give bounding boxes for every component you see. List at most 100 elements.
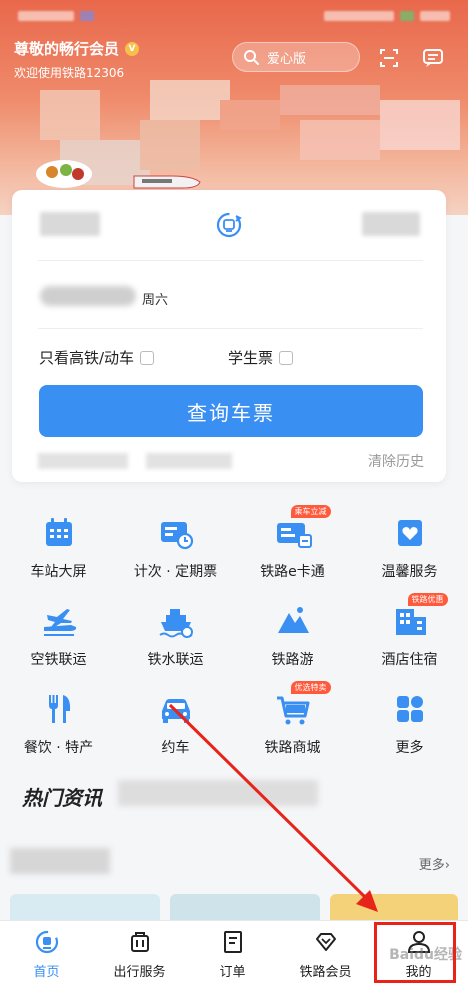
shopping-cart-icon: [276, 696, 309, 725]
service-label: 温馨服务: [381, 564, 438, 580]
service-e-card[interactable]: 乘车立减 铁路e卡通: [234, 505, 351, 585]
promo-tag: 铁路优惠: [407, 593, 448, 606]
search-icon: [244, 50, 259, 65]
section-title: [10, 848, 110, 874]
service-label: 铁路商城: [264, 740, 321, 756]
query-tickets-button[interactable]: 查询车票: [39, 385, 423, 437]
status-blur: [18, 11, 74, 21]
service-label: 酒店住宿: [381, 652, 438, 668]
car-icon: [161, 699, 190, 723]
fork-knife-icon: [48, 695, 70, 723]
message-button[interactable]: [418, 44, 448, 72]
weekday-label: 周六: [142, 293, 169, 308]
service-ride[interactable]: 约车: [117, 681, 234, 761]
student-option[interactable]: 学生票: [228, 347, 294, 368]
service-label: 铁路e卡通: [260, 564, 325, 580]
e-card-icon-wrap: 乘车立减: [273, 505, 331, 553]
service-air-rail[interactable]: 空铁联运: [0, 593, 117, 673]
annotation-box: [374, 922, 456, 983]
ticket-card-icon: [160, 522, 193, 550]
tab-orders[interactable]: 订单: [186, 929, 279, 980]
scan-icon: [380, 49, 398, 67]
greeting-title: 尊敬的畅行会员 V: [14, 38, 140, 59]
hotel-icon-wrap: 铁路优惠: [390, 593, 448, 641]
mall-icon-wrap: 优选特卖: [273, 681, 331, 729]
divider: [38, 260, 423, 261]
welcome-text: 欢迎使用铁路12306: [14, 66, 125, 80]
arrival-station[interactable]: [362, 212, 420, 236]
header-banner: 尊敬的畅行会员 V 欢迎使用铁路12306 爱心版: [0, 0, 468, 215]
hotel-icon: [395, 609, 426, 635]
search-label: 爱心版: [267, 51, 307, 67]
tab-travel-service[interactable]: 出行服务: [93, 929, 186, 980]
service-period-ticket[interactable]: 计次 · 定期票: [117, 505, 234, 585]
news-ticker[interactable]: [118, 780, 318, 806]
tab-label: 铁路会员: [299, 965, 352, 980]
service-hotel[interactable]: 铁路优惠 酒店住宿: [351, 593, 468, 673]
high-speed-checkbox[interactable]: [140, 350, 155, 365]
diamond-icon: [315, 933, 336, 951]
more-grid-icon: [396, 696, 423, 722]
high-speed-label: 只看高铁/动车: [39, 349, 135, 367]
chevron-right-icon: ›: [444, 858, 450, 873]
food-icon: [36, 160, 92, 188]
service-rail-tour[interactable]: 铁路游: [234, 593, 351, 673]
booking-card: 周六 只看高铁/动车 学生票 查询车票 清除历史: [12, 190, 446, 482]
service-label: 更多: [395, 740, 424, 756]
departure-station[interactable]: [40, 212, 100, 236]
greeting-text: 尊敬的畅行会员: [14, 40, 120, 58]
status-blur: [324, 11, 394, 21]
student-checkbox[interactable]: [279, 350, 294, 365]
divider: [38, 328, 423, 329]
service-food[interactable]: 餐饮 · 特产: [0, 681, 117, 761]
tab-label: 首页: [33, 965, 60, 980]
plane-train-icon: [43, 609, 76, 636]
service-station-screen[interactable]: 车站大屏: [0, 505, 117, 585]
mountain-icon: [277, 607, 309, 633]
service-rail-water[interactable]: 铁水联运: [117, 593, 234, 673]
luggage-icon: [130, 932, 149, 952]
clear-history-button[interactable]: 清除历史: [368, 451, 424, 471]
e-card-icon: [276, 523, 312, 548]
tab-label: 出行服务: [113, 965, 166, 980]
service-label: 铁路游: [271, 652, 314, 668]
travel-date[interactable]: [40, 286, 136, 306]
history-item[interactable]: [38, 453, 128, 469]
status-blur: [420, 11, 450, 21]
service-label: 约车: [161, 740, 190, 756]
status-blur: [80, 11, 94, 21]
scan-button[interactable]: [374, 44, 404, 72]
home-train-icon: [35, 930, 58, 954]
swap-stations-icon[interactable]: [214, 210, 244, 240]
service-label: 车站大屏: [30, 564, 87, 580]
service-mall[interactable]: 优选特卖 铁路商城: [234, 681, 351, 761]
tab-membership[interactable]: 铁路会员: [279, 929, 372, 980]
banner-mosaic: [40, 80, 460, 190]
more-link[interactable]: 更多›: [419, 854, 450, 873]
high-speed-option[interactable]: 只看高铁/动车: [39, 347, 155, 368]
hot-news-title: 热门资讯: [22, 786, 102, 810]
vip-badge: V: [125, 41, 140, 56]
ship-train-icon: [158, 609, 193, 638]
message-icon: [423, 49, 443, 67]
promo-tag: 优选特卖: [290, 681, 331, 694]
status-bar: [0, 0, 468, 32]
heart-box-icon: [397, 520, 422, 546]
service-label: 餐饮 · 特产: [23, 740, 94, 756]
search-button[interactable]: 爱心版: [232, 42, 360, 72]
promo-tag: 乘车立减: [290, 505, 331, 518]
service-label: 空铁联运: [30, 652, 87, 668]
tab-home[interactable]: 首页: [0, 929, 93, 980]
service-warm-service[interactable]: 温馨服务: [351, 505, 468, 585]
status-blur: [400, 11, 414, 21]
tab-label: 订单: [219, 965, 246, 980]
history-item[interactable]: [146, 453, 232, 469]
calendar-screen-icon: [45, 518, 72, 546]
student-label: 学生票: [228, 349, 274, 367]
train-icon: [133, 175, 201, 189]
service-label: 铁水联运: [147, 652, 204, 668]
order-icon: [223, 931, 242, 953]
more-label: 更多: [418, 858, 445, 873]
service-label: 计次 · 定期票: [133, 564, 218, 580]
service-more[interactable]: 更多: [351, 681, 468, 761]
